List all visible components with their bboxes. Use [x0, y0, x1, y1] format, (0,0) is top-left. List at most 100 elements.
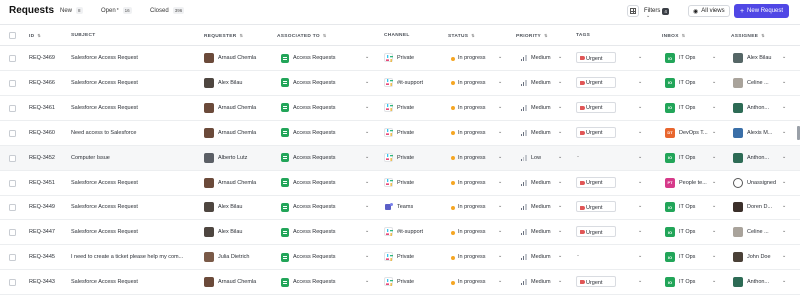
status-value[interactable]: In progress — [458, 130, 486, 136]
chevron-down-icon[interactable]: ⌄ — [712, 79, 716, 85]
chevron-down-icon[interactable]: ⌄ — [782, 54, 786, 60]
row-checkbox[interactable] — [9, 279, 16, 287]
associated-to[interactable]: Access Requests — [293, 204, 336, 210]
requester-name[interactable]: Arnaud Chemla — [218, 279, 274, 285]
chevron-down-icon[interactable]: ⌄ — [365, 154, 369, 160]
request-subject[interactable]: Salesforce Access Request — [71, 105, 195, 111]
priority-value[interactable]: Low — [531, 155, 541, 161]
chevron-down-icon[interactable]: ⌄ — [498, 104, 502, 110]
chevron-down-icon[interactable]: ⌄ — [712, 228, 716, 234]
chevron-down-icon[interactable]: ⌄ — [365, 253, 369, 259]
column-header-assignee[interactable]: ASSIGNEE ⇅ — [731, 33, 765, 39]
request-subject[interactable]: Salesforce Access Request — [71, 55, 195, 61]
table-row[interactable]: REQ-3451 Salesforce Access Request Arnau… — [0, 171, 800, 196]
chevron-down-icon[interactable]: ⌄ — [498, 79, 502, 85]
request-id[interactable]: REQ-3451 — [29, 180, 55, 186]
table-row[interactable]: REQ-3449 Salesforce Access Request Alex … — [0, 195, 800, 221]
tab-new[interactable]: New 8 — [60, 7, 83, 14]
chevron-down-icon[interactable]: ⌄ — [712, 104, 716, 110]
chevron-down-icon[interactable]: ⌄ — [558, 253, 562, 259]
chevron-down-icon[interactable]: ⌄ — [558, 228, 562, 234]
tag-chip[interactable]: Urgent — [576, 126, 616, 138]
column-header-id[interactable]: ID ⇅ — [29, 33, 41, 39]
row-checkbox[interactable] — [9, 229, 16, 237]
status-value[interactable]: In progress — [458, 180, 486, 186]
chevron-down-icon[interactable]: ⌄ — [498, 228, 502, 234]
tag-chip[interactable]: Urgent — [576, 176, 616, 188]
chevron-down-icon[interactable]: ⌄ — [558, 129, 562, 135]
inbox-name[interactable]: DevOps T... — [679, 130, 711, 136]
tag-chip[interactable]: Urgent — [576, 76, 616, 88]
status-value[interactable]: In progress — [458, 279, 486, 285]
requester-name[interactable]: Arnaud Chemla — [218, 130, 274, 136]
status-value[interactable]: In progress — [458, 204, 486, 210]
assignee-name[interactable]: Alex Bilau — [747, 55, 779, 61]
status-value[interactable]: In progress — [458, 55, 486, 61]
requester-name[interactable]: Alex Bilau — [218, 80, 274, 86]
request-subject[interactable]: Salesforce Access Request — [71, 279, 195, 285]
priority-value[interactable]: Medium — [531, 55, 551, 61]
associated-to[interactable]: Access Requests — [293, 279, 336, 285]
chevron-down-icon[interactable]: ⌄ — [558, 104, 562, 110]
select-all-checkbox[interactable] — [9, 32, 16, 39]
chevron-down-icon[interactable]: ⌄ — [558, 278, 562, 284]
assignee-name[interactable]: John Doe — [747, 254, 779, 260]
requester-name[interactable]: Julia Dietrich — [218, 254, 274, 260]
chevron-down-icon[interactable]: ⌄ — [638, 104, 642, 110]
chevron-down-icon[interactable]: ⌄ — [365, 278, 369, 284]
inbox-name[interactable]: IT Ops — [679, 204, 711, 210]
chevron-down-icon[interactable]: ⌄ — [498, 203, 502, 209]
assignee-name[interactable]: Anthon... — [747, 155, 779, 161]
tag-chip[interactable]: Urgent — [576, 52, 616, 63]
row-checkbox[interactable] — [9, 204, 16, 212]
status-value[interactable]: In progress — [458, 229, 486, 235]
column-header-subject[interactable]: SUBJECT — [71, 33, 96, 38]
chevron-down-icon[interactable]: ⌄ — [782, 104, 786, 110]
assignee-name[interactable]: Doren D... — [747, 204, 779, 210]
inbox-name[interactable]: IT Ops — [679, 155, 711, 161]
column-header-status[interactable]: STATUS ⇅ — [448, 33, 475, 39]
table-row[interactable]: REQ-3445 I need to create a ticket pleas… — [0, 245, 800, 271]
request-id[interactable]: REQ-3452 — [29, 155, 55, 161]
tag-chip[interactable]: Urgent — [576, 226, 616, 238]
table-row[interactable]: REQ-3469 Salesforce Access Request Arnau… — [0, 46, 800, 71]
chevron-down-icon[interactable]: ⌄ — [558, 179, 562, 185]
associated-to[interactable]: Access Requests — [293, 105, 336, 111]
chevron-down-icon[interactable]: ⌄ — [638, 203, 642, 209]
row-checkbox[interactable] — [9, 179, 16, 187]
priority-value[interactable]: Medium — [531, 254, 551, 260]
chevron-down-icon[interactable]: ⌄ — [638, 278, 642, 284]
chevron-down-icon[interactable]: ⌄ — [498, 278, 502, 284]
request-subject[interactable]: Salesforce Access Request — [71, 80, 195, 86]
column-header-channel[interactable]: CHANNEL — [384, 33, 410, 38]
chevron-down-icon[interactable]: ⌄ — [782, 179, 786, 185]
chevron-down-icon[interactable]: ⌄ — [498, 179, 502, 185]
chevron-down-icon[interactable]: ⌄ — [365, 129, 369, 135]
priority-value[interactable]: Medium — [531, 279, 551, 285]
status-value[interactable]: In progress — [458, 155, 486, 161]
chevron-down-icon[interactable]: ⌄ — [712, 54, 716, 60]
request-subject[interactable]: Salesforce Access Request — [71, 229, 195, 235]
request-id[interactable]: REQ-3443 — [29, 279, 55, 285]
chevron-down-icon[interactable]: ⌄ — [365, 79, 369, 85]
requester-name[interactable]: Arnaud Chemla — [218, 180, 274, 186]
inbox-name[interactable]: IT Ops — [679, 55, 711, 61]
chevron-down-icon[interactable]: ⌄ — [782, 228, 786, 234]
chevron-down-icon[interactable]: ⌄ — [712, 154, 716, 160]
chevron-down-icon[interactable]: ⌄ — [365, 179, 369, 185]
request-subject[interactable]: Salesforce Access Request — [71, 204, 195, 210]
chevron-down-icon[interactable]: ⌄ — [365, 54, 369, 60]
filters-button[interactable]: Filters 4 ⌄ — [644, 5, 669, 19]
chevron-down-icon[interactable]: ⌄ — [498, 54, 502, 60]
requester-name[interactable]: Alex Bilau — [218, 204, 274, 210]
request-subject[interactable]: I need to create a ticket please help my… — [71, 254, 195, 260]
chevron-down-icon[interactable]: ⌄ — [638, 253, 642, 259]
associated-to[interactable]: Access Requests — [293, 180, 336, 186]
chevron-down-icon[interactable]: ⌄ — [558, 154, 562, 160]
table-row[interactable]: REQ-3452 Computer Issue Alberto Lutz Acc… — [0, 145, 800, 171]
chevron-down-icon[interactable]: ⌄ — [782, 278, 786, 284]
chevron-down-icon[interactable]: ⌄ — [712, 179, 716, 185]
assignee-name[interactable]: Celine ... — [747, 229, 779, 235]
table-row[interactable]: REQ-3466 Salesforce Access Request Alex … — [0, 71, 800, 96]
request-subject[interactable]: Computer Issue — [71, 155, 195, 161]
